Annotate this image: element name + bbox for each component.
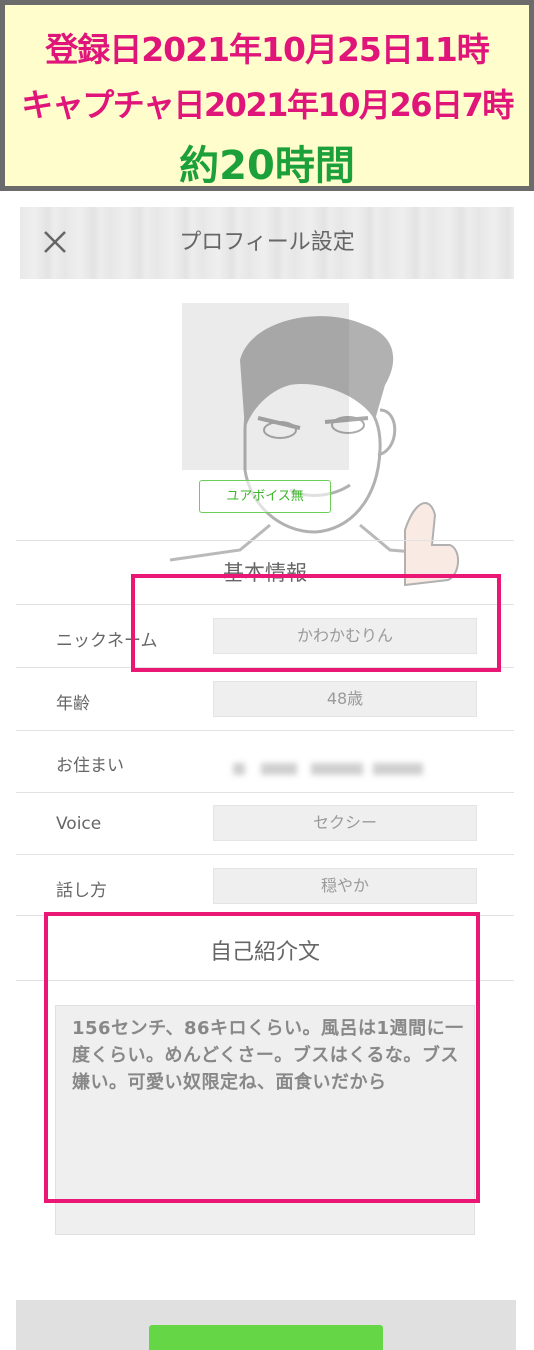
residence-field-redacted[interactable]: [223, 744, 475, 788]
nickname-label: ニックネーム: [56, 631, 158, 651]
app-header: プロフィール設定: [20, 207, 514, 279]
divider: [16, 980, 514, 981]
divider: [56, 1201, 474, 1202]
self-intro-heading: 自己紹介文: [209, 940, 320, 965]
divider: [16, 667, 514, 668]
divider: [16, 540, 514, 541]
nickname-field[interactable]: かわかむりん: [213, 618, 477, 654]
avatar[interactable]: [182, 303, 349, 470]
voice-field[interactable]: セクシー: [213, 805, 477, 841]
save-button[interactable]: [149, 1325, 383, 1350]
basic-info-heading: 基本情報: [223, 561, 307, 585]
self-intro-text: 156センチ、86キロくらい。風呂は1週間に一度くらい。めんどくさー。ブスはくる…: [72, 1018, 464, 1093]
close-icon: [44, 231, 66, 253]
age-field[interactable]: 48歳: [213, 681, 477, 717]
elapsed-time-text: 約20時間: [179, 143, 355, 189]
divider: [16, 730, 514, 731]
speaking-style-field[interactable]: 穏やか: [213, 868, 477, 904]
divider: [16, 792, 514, 793]
speaking-style-label: 話し方: [56, 881, 107, 901]
divider: [16, 854, 514, 855]
residence-label: お住まい: [56, 756, 124, 776]
voice-label: Voice: [56, 814, 102, 834]
captured-date-text: キャプチャ日2021年10月26日7時: [21, 86, 514, 124]
your-voice-badge[interactable]: ユアボイス無: [199, 480, 331, 513]
divider: [16, 604, 514, 605]
registered-date-text: 登録日2021年10月25日11時: [45, 30, 490, 69]
self-intro-textarea[interactable]: 156センチ、86キロくらい。風呂は1週間に一度くらい。めんどくさー。ブスはくる…: [55, 1005, 475, 1235]
close-button[interactable]: [40, 227, 70, 257]
info-banner: 登録日2021年10月25日11時 キャプチャ日2021年10月26日7時 約2…: [0, 0, 534, 191]
age-label: 年齢: [56, 694, 90, 714]
divider: [16, 915, 514, 916]
page-title: プロフィール設定: [179, 230, 355, 255]
